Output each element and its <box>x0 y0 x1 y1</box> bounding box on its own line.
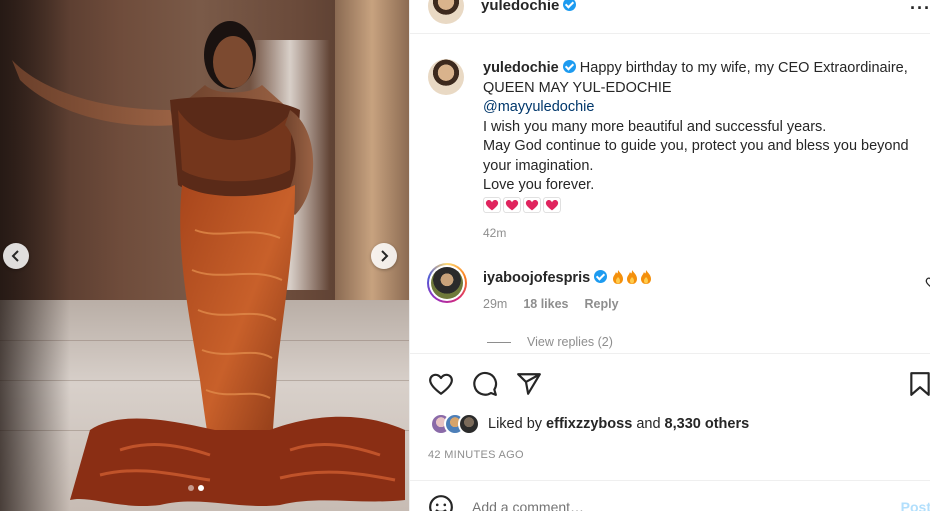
carousel-dot <box>188 485 194 491</box>
caption-line3: May God continue to guide you, protect y… <box>483 138 909 174</box>
view-replies-label[interactable]: View replies (2) <box>527 335 613 349</box>
caption-line2: I wish you many more beautiful and succe… <box>483 118 827 135</box>
action-icons-row <box>428 371 542 397</box>
verified-badge-icon <box>563 0 577 11</box>
caption-text: yuledochie Happy birthday to my wife, my… <box>483 59 930 213</box>
add-comment-bar: Post <box>410 480 930 511</box>
liked-by-row: Liked by effixzzyboss and 8,330 others <box>430 413 749 435</box>
chevron-right-icon <box>381 250 389 262</box>
carousel-prev-button[interactable] <box>3 243 29 269</box>
hearts-emoji-row <box>483 196 930 213</box>
paper-plane-icon[interactable] <box>516 371 542 397</box>
fire-emoji-icon <box>627 270 638 284</box>
bookmark-icon[interactable] <box>907 371 930 397</box>
comment-likes[interactable]: 18 likes <box>523 297 568 311</box>
carousel-indicator <box>188 485 204 491</box>
divider-line <box>487 341 511 343</box>
red-heart-icon <box>483 196 501 213</box>
comment-text: iyaboojofespris 🔥🔥🔥 <box>483 269 653 286</box>
red-heart-icon <box>503 196 521 213</box>
view-replies-button[interactable]: View replies (2) <box>487 335 613 349</box>
commenter-avatar[interactable] <box>427 263 467 303</box>
post-timestamp[interactable]: 42 MINUTES AGO <box>428 449 524 461</box>
commenter-username[interactable]: iyaboojofespris <box>483 270 590 286</box>
heart-outline-icon[interactable] <box>428 371 454 397</box>
comment-bubble-icon[interactable] <box>472 371 498 397</box>
liked-by-prefix: Liked by <box>488 416 543 432</box>
emoji-smiley-icon[interactable] <box>428 494 454 511</box>
post-header: yuledochie ··· <box>410 0 930 34</box>
carousel-dot-active <box>198 485 204 491</box>
comment-like-heart-icon[interactable] <box>925 276 930 288</box>
caption-line4: Love you forever. <box>483 177 595 193</box>
verified-badge-icon <box>562 60 576 73</box>
caption-time[interactable]: 42m <box>483 226 506 240</box>
comment-time[interactable]: 29m <box>483 297 507 311</box>
carousel-next-button[interactable] <box>371 243 397 269</box>
red-heart-icon <box>543 196 561 213</box>
post-detail-panel: yuledochie ··· yuledochie Happy birthday… <box>409 0 930 511</box>
add-comment-input[interactable] <box>472 499 852 511</box>
fire-emoji-icon <box>613 270 624 284</box>
post-actions-section: Liked by effixzzyboss and 8,330 others 4… <box>410 353 930 493</box>
woman-in-gown-illustration <box>12 21 405 507</box>
verified-badge-icon <box>594 270 608 283</box>
red-heart-icon <box>523 196 541 213</box>
liker-avatar <box>458 413 480 435</box>
liker-avatars <box>430 413 480 435</box>
post-comment-button[interactable]: Post <box>901 499 930 511</box>
liked-by-user-link[interactable]: effixzzyboss <box>546 416 632 432</box>
caption-author-avatar[interactable] <box>428 59 464 95</box>
author-username-text[interactable]: yuledochie <box>481 0 559 14</box>
post-image[interactable] <box>0 0 409 511</box>
more-options-icon[interactable]: ··· <box>910 0 930 19</box>
liked-by-joiner: and <box>636 416 661 432</box>
comment-meta: 29m 18 likes Reply <box>483 297 619 311</box>
caption-mention-link[interactable]: @mayyuledochie <box>483 98 930 118</box>
fire-emoji-icon <box>641 270 652 284</box>
caption-username[interactable]: yuledochie <box>483 60 559 76</box>
chevron-left-icon <box>11 250 19 262</box>
author-username[interactable]: yuledochie <box>481 0 577 14</box>
liked-by-others-link[interactable]: 8,330 others <box>665 416 750 432</box>
author-avatar[interactable] <box>428 0 464 24</box>
comment-reply-button[interactable]: Reply <box>585 297 619 311</box>
